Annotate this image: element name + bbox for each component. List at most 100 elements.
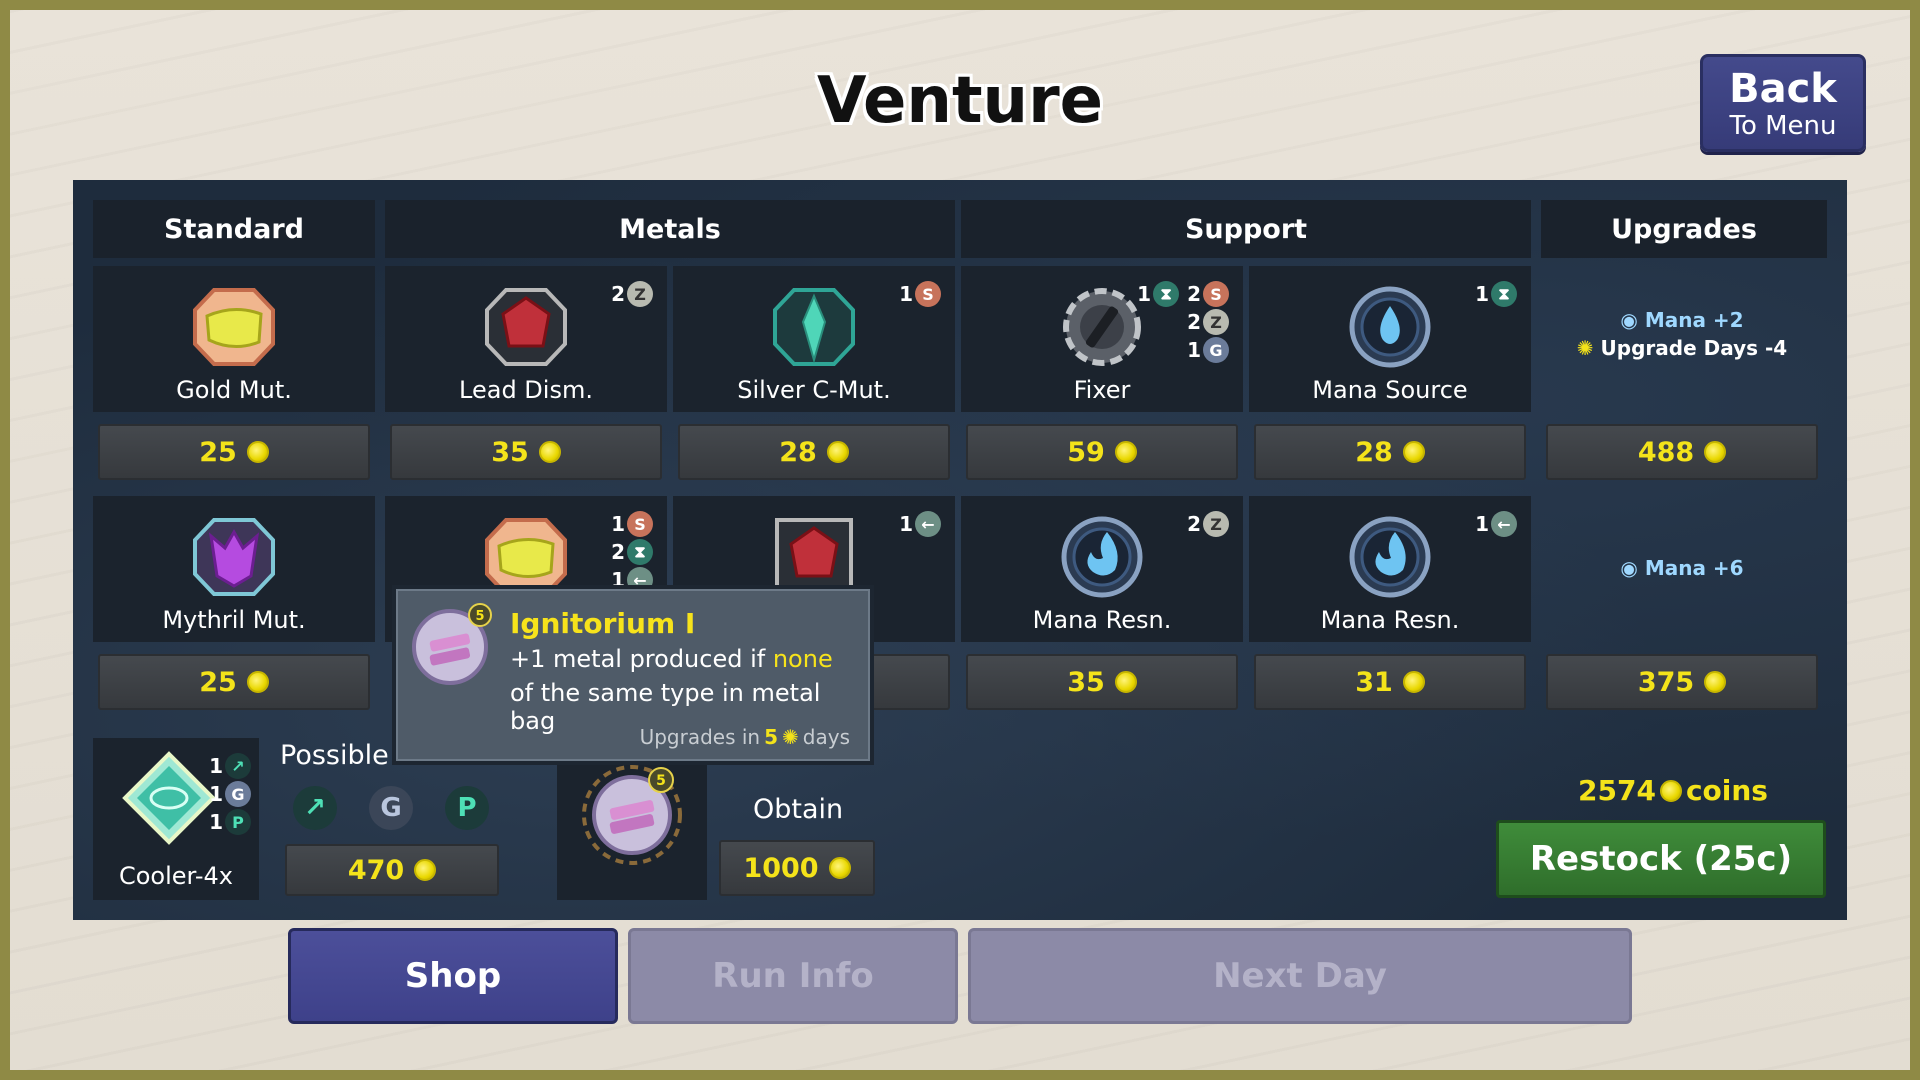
badge-list: 2Z xyxy=(611,280,653,308)
coin-icon xyxy=(1704,441,1727,463)
coin-balance: 2574 coins xyxy=(1578,774,1768,807)
upgrade-2-effects: ◉ Mana +6 xyxy=(1541,556,1823,580)
shop-item-mythril-mut[interactable]: Mythril Mut. xyxy=(93,496,375,642)
z-rune-icon: Z xyxy=(1203,309,1229,335)
s-rune-icon: S xyxy=(627,511,653,537)
buy-button-obtain[interactable]: 1000 xyxy=(719,840,875,896)
arrow-rune-icon: ↗ xyxy=(293,786,337,830)
buy-button-gold-mut[interactable]: 25 xyxy=(98,424,370,480)
mythril-gem-icon xyxy=(193,518,275,596)
shop-item-silver-c-mut[interactable]: 1S Silver C-Mut. xyxy=(673,266,955,412)
badge-list: 1 ⧗ xyxy=(1475,280,1517,308)
buy-button-lead-dism[interactable]: 35 xyxy=(390,424,662,480)
coin-icon xyxy=(826,441,849,463)
column-header-standard: Standard xyxy=(93,200,375,258)
buy-button-mana-source[interactable]: 28 xyxy=(1254,424,1526,480)
item-name: Silver C-Mut. xyxy=(737,376,891,404)
item-name: Gold Mut. xyxy=(176,376,292,404)
shop-item-gold-mut[interactable]: Gold Mut. xyxy=(93,266,375,412)
z-rune-icon: Z xyxy=(627,281,653,307)
badge-list: 1 ← xyxy=(899,510,941,538)
rune-badge: 1S xyxy=(899,280,941,308)
s-rune-icon: S xyxy=(915,281,941,307)
crystal-icon xyxy=(773,288,855,366)
item-name: Mana Source xyxy=(1312,376,1468,404)
rune-badge: 1 ↗ xyxy=(209,752,251,780)
column-header-support: Support xyxy=(961,200,1531,258)
item-name: Mana Resn. xyxy=(1032,606,1172,634)
to-menu-label: To Menu xyxy=(1729,111,1837,141)
buy-button-mana-resn-2[interactable]: 31 xyxy=(1254,654,1526,710)
possible-runes: ↗ G P xyxy=(293,786,489,830)
buy-button-mana-resn-1[interactable]: 35 xyxy=(966,654,1238,710)
column-header-upgrades: Upgrades xyxy=(1541,200,1827,258)
badge-list: 1 ↗ 1G 1P xyxy=(209,752,251,836)
hourglass-icon: ⧗ xyxy=(1491,281,1517,307)
coin-icon xyxy=(1402,671,1425,693)
tooltip-footer: Upgrades in 5 ✺ days xyxy=(639,725,850,749)
buy-button-fixer[interactable]: 59 xyxy=(966,424,1238,480)
mana-flame-icon xyxy=(1349,516,1431,598)
sun-icon: ✺ xyxy=(782,725,799,749)
cooler-crystal-icon xyxy=(122,751,216,845)
item-name: Lead Dism. xyxy=(459,376,593,404)
rune-badge: 1G xyxy=(209,780,251,808)
buy-button-possible[interactable]: 470 xyxy=(285,844,499,896)
tooltip-line-1: +1 metal produced if none xyxy=(510,645,833,673)
badge-list: 1 ⧗ 2 S 2Z 1G xyxy=(1137,280,1229,364)
hourglass-icon: ⧗ xyxy=(1153,281,1180,307)
shop-item-mana-source[interactable]: 1 ⧗ Mana Source xyxy=(1249,266,1531,412)
badge-list: 1S xyxy=(899,280,941,308)
item-name: Mythril Mut. xyxy=(162,606,306,634)
arrow-rune-icon: ← xyxy=(915,511,941,537)
buy-button-silver-c-mut[interactable]: 28 xyxy=(678,424,950,480)
rune-badge: 1 ⧗ xyxy=(1475,280,1517,308)
z-rune-icon: Z xyxy=(1203,511,1229,537)
coin-icon xyxy=(1114,671,1137,693)
shop-item-mana-resn-1[interactable]: 2Z Mana Resn. xyxy=(961,496,1243,642)
rune-badge: 1P xyxy=(209,808,251,836)
gold-gem-icon xyxy=(193,288,275,366)
rune-badge: 1S xyxy=(611,510,653,538)
mana-flame-icon xyxy=(1061,516,1143,598)
column-header-metals: Metals xyxy=(385,200,955,258)
shop-item-mana-resn-2[interactable]: 1 ← Mana Resn. xyxy=(1249,496,1531,642)
back-label: Back xyxy=(1729,66,1837,112)
ignitorium-icon: 5 xyxy=(412,603,492,685)
coin-icon xyxy=(538,441,561,463)
coin-icon xyxy=(1114,441,1137,463)
item-name: Mana Resn. xyxy=(1320,606,1460,634)
cooler-card[interactable]: 1 ↗ 1G 1P Cooler-4x xyxy=(93,738,259,900)
g-rune-icon: G xyxy=(225,781,251,807)
rune-badge: 2Z xyxy=(1137,308,1229,336)
item-tooltip: 5 Ignitorium I +1 metal produced if none… xyxy=(392,585,874,765)
mana-icon: ◉ xyxy=(1620,556,1645,580)
sun-icon: ✺ xyxy=(1576,336,1601,360)
buy-button-upgrade-2[interactable]: 375 xyxy=(1546,654,1818,710)
coin-icon xyxy=(828,857,851,879)
g-rune-icon: G xyxy=(1203,337,1229,363)
arrow-rune-icon: ← xyxy=(1491,511,1517,537)
coin-icon xyxy=(1659,779,1682,802)
tab-run-info[interactable]: Run Info xyxy=(628,928,958,1024)
buy-button-upgrade-1[interactable]: 488 xyxy=(1546,424,1818,480)
upgrade-1-effects: ◉ Mana +2 ✺ Upgrade Days -4 xyxy=(1541,308,1823,360)
tab-shop[interactable]: Shop xyxy=(288,928,618,1024)
svg-text:5: 5 xyxy=(656,773,666,789)
item-name: Fixer xyxy=(1073,376,1131,404)
ruby-gem-icon xyxy=(485,288,567,366)
shop-panel: Standard Metals Support Upgrades Gold Mu… xyxy=(73,180,1847,920)
tooltip-title: Ignitorium I xyxy=(510,607,696,640)
shop-item-lead-dism[interactable]: 2Z Lead Dism. xyxy=(385,266,667,412)
buy-button-mythril-mut[interactable]: 25 xyxy=(98,654,370,710)
p-rune-icon: P xyxy=(445,786,489,830)
coin-icon xyxy=(246,671,269,693)
back-to-menu-button[interactable]: Back To Menu xyxy=(1700,54,1866,152)
hourglass-icon: ⧗ xyxy=(627,539,653,565)
shop-item-fixer[interactable]: 1 ⧗ 2 S 2Z 1G Fixer xyxy=(961,266,1243,412)
restock-button[interactable]: Restock (25c) xyxy=(1496,820,1826,898)
arrow-rune-icon: ↗ xyxy=(225,753,251,779)
upgrade-effect-mana: ◉ Mana +2 xyxy=(1620,308,1744,332)
tab-next-day[interactable]: Next Day xyxy=(968,928,1632,1024)
rune-badge: 1G xyxy=(1137,336,1229,364)
